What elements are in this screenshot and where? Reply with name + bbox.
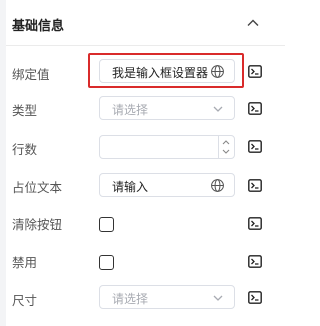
clearable-checkbox[interactable] <box>99 217 114 232</box>
terminal-expression-icon[interactable] <box>248 102 262 115</box>
size-label: 尺寸 <box>12 293 38 308</box>
spinner-divider <box>218 136 219 158</box>
placeholder-value: 请输入 <box>112 180 149 194</box>
panel-edge <box>0 0 6 326</box>
rows-label: 行数 <box>12 142 38 157</box>
highlight-box <box>88 53 244 88</box>
chevron-down-icon <box>213 295 223 301</box>
size-select[interactable]: 请选择 <box>99 285 235 309</box>
chevron-down-icon[interactable] <box>221 148 231 156</box>
section-title: 基础信息 <box>12 19 65 34</box>
terminal-expression-icon[interactable] <box>248 291 262 304</box>
terminal-expression-icon[interactable] <box>248 179 262 192</box>
terminal-expression-icon[interactable] <box>248 217 262 230</box>
terminal-expression-icon[interactable] <box>248 255 262 268</box>
chevron-up-icon[interactable] <box>221 138 231 146</box>
placeholder-label: 占位文本 <box>12 180 63 195</box>
disabled-label: 禁用 <box>12 255 38 270</box>
globe-icon[interactable] <box>210 178 225 193</box>
placeholder-input[interactable]: 请输入 <box>99 173 235 197</box>
section-header[interactable]: 基础信息 <box>6 0 285 46</box>
chevron-down-icon <box>213 106 223 112</box>
disabled-checkbox[interactable] <box>99 255 114 270</box>
property-panel: 基础信息 绑定值 我是输入框设置器 类型 请选择 行数 占位文本 请输入 清除按… <box>0 0 285 326</box>
rows-number-input[interactable] <box>99 135 235 159</box>
size-placeholder: 请选择 <box>112 292 149 306</box>
clearable-label: 清除按钮 <box>12 217 63 232</box>
chevron-up-icon[interactable] <box>244 14 262 32</box>
type-select[interactable]: 请选择 <box>99 96 235 120</box>
binding-label: 绑定值 <box>12 67 50 82</box>
type-placeholder: 请选择 <box>112 103 149 117</box>
type-label: 类型 <box>12 103 38 118</box>
terminal-expression-icon[interactable] <box>248 140 262 153</box>
terminal-expression-icon[interactable] <box>248 65 262 78</box>
